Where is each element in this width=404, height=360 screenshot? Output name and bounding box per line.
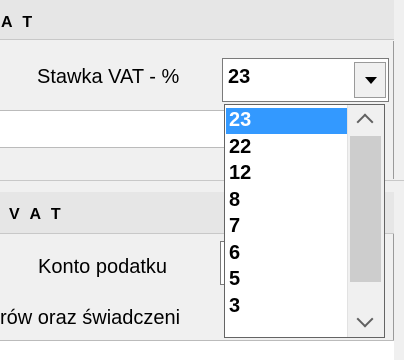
vat-group-field[interactable] [0, 110, 228, 148]
tax-group-field[interactable] [0, 340, 394, 360]
vat-rate-value: 23 [228, 66, 251, 88]
vat-rate-label: Stawka VAT - % [37, 66, 180, 88]
scrollbar-thumb[interactable] [350, 136, 381, 282]
combo-dropdown-button[interactable] [354, 62, 386, 98]
dropdown-option[interactable]: 22 [226, 135, 350, 161]
description-text: rów oraz świadczeni [0, 307, 181, 329]
scroll-up-button[interactable] [347, 105, 384, 133]
dropdown-option[interactable]: 6 [226, 241, 350, 267]
chevron-down-icon [356, 310, 374, 328]
dropdown-option[interactable]: 8 [226, 188, 350, 214]
dropdown-option[interactable]: 5 [226, 267, 350, 293]
dropdown-option[interactable]: 12 [226, 161, 350, 187]
vat-group-title: A T [1, 14, 36, 31]
tax-group-title: V A T [9, 206, 64, 223]
chevron-up-icon [356, 113, 374, 131]
dropdown-option[interactable]: 3 [226, 294, 350, 320]
dropdown-option[interactable]: 7 [226, 214, 350, 240]
vat-group-header [0, 0, 394, 40]
scroll-down-button[interactable] [347, 308, 384, 336]
dropdown-option[interactable]: 23 [226, 108, 350, 134]
tax-account-label: Konto podatku [38, 256, 167, 278]
chevron-down-icon [365, 77, 377, 84]
